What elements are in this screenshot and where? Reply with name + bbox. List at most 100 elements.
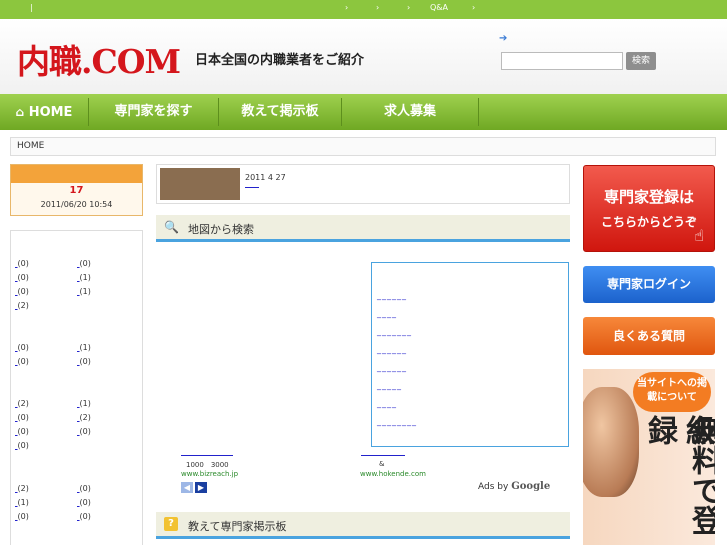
ad-link[interactable]: _______ [377, 327, 412, 336]
category-count: (2) [17, 399, 29, 408]
category-item[interactable]: (1) [77, 343, 91, 352]
faq-button[interactable]: 良くある質問 [583, 317, 715, 355]
board-heading: ? 教えて専門家掲示板 [156, 512, 570, 539]
prev-ad-button[interactable]: ◀ [181, 482, 193, 493]
topbar-link[interactable]: › [345, 3, 348, 12]
breadcrumb-home[interactable]: HOME [17, 141, 44, 151]
category-item[interactable]: (1) [77, 287, 91, 296]
search-button[interactable]: 検索 [626, 52, 656, 70]
ad-link-box: ______ ____ _______ ______ ______ _____ … [371, 262, 569, 447]
ad-link[interactable]: ____ [377, 309, 397, 318]
category-count: (0) [79, 427, 91, 436]
category-count: (0) [79, 498, 91, 507]
nav-qa-board[interactable]: 教えて掲示板 [219, 94, 341, 130]
updated-datetime: 2011/06/20 10:54 [40, 200, 113, 209]
top-bar: | › › › Q&A › [0, 0, 727, 19]
category-item[interactable]: (0) [15, 427, 29, 436]
category-count: (2) [17, 301, 29, 310]
ad-link[interactable]: ______ [377, 363, 407, 372]
expert-login-button[interactable]: 専門家ログイン [583, 266, 715, 303]
category-item[interactable]: (0) [15, 287, 29, 296]
category-count: (0) [79, 512, 91, 521]
category-item[interactable]: (0) [77, 259, 91, 268]
category-count: (0) [79, 259, 91, 268]
nav-home[interactable]: ⌂ HOME [0, 94, 88, 130]
listing-info-banner[interactable]: 当サイトへの掲載について 業界最大級 無料で登録 [583, 369, 715, 545]
category-count: (0) [79, 484, 91, 493]
ad-left-url[interactable]: www.bizreach.jp [181, 470, 238, 478]
pointer-hand-icon: ☝ [694, 226, 704, 245]
category-item[interactable]: (0) [15, 413, 29, 422]
category-item[interactable]: (0) [15, 441, 29, 450]
category-item[interactable]: (2) [15, 399, 29, 408]
ads-by-google[interactable]: Ads by Google [478, 481, 550, 492]
category-count: (0) [17, 413, 29, 422]
topbar-qa-link[interactable]: Q&A [430, 3, 448, 12]
member-count: 17 [69, 185, 84, 196]
category-item[interactable]: (0) [15, 343, 29, 352]
question-icon: ? [164, 517, 178, 531]
ad-right-url[interactable]: www.hokende.com [360, 470, 426, 478]
category-list: (0) (0) (0) (1) (0) (1) (2) (0) (1) (0) … [10, 230, 143, 545]
category-count: (2) [17, 484, 29, 493]
topbar-separator: | [30, 3, 33, 12]
news-thumbnail[interactable] [160, 168, 240, 200]
search-input[interactable] [501, 52, 623, 70]
ad-left-title[interactable] [181, 455, 233, 456]
category-item[interactable]: (1) [15, 498, 29, 507]
category-item[interactable]: (0) [77, 484, 91, 493]
home-icon: ⌂ [15, 105, 25, 119]
site-tagline: 日本全国の内職業者をご紹介 [195, 53, 365, 68]
site-logo[interactable]: 内職.COM [17, 35, 181, 83]
map-search-title: 地図から検索 [188, 223, 254, 236]
nav-jobs[interactable]: 求人募集 [342, 94, 478, 130]
category-item[interactable]: (0) [77, 498, 91, 507]
ad-link[interactable]: ________ [377, 417, 417, 426]
category-count: (1) [79, 273, 91, 282]
news-date: 2011 4 27 [245, 173, 286, 182]
ad-right-title[interactable] [361, 452, 405, 456]
category-count: (0) [17, 512, 29, 521]
category-item[interactable]: (0) [15, 357, 29, 366]
category-item[interactable]: (0) [77, 512, 91, 521]
category-item[interactable]: (2) [77, 413, 91, 422]
category-item[interactable]: (0) [77, 357, 91, 366]
category-item[interactable]: (1) [77, 399, 91, 408]
topbar-link[interactable]: › [407, 3, 410, 12]
topbar-link[interactable]: › [472, 3, 475, 12]
category-count: (2) [79, 413, 91, 422]
category-item[interactable]: (0) [15, 259, 29, 268]
category-count: (0) [17, 357, 29, 366]
ad-link[interactable]: _____ [377, 381, 402, 390]
topbar-link[interactable]: › [376, 3, 379, 12]
category-count: (0) [79, 357, 91, 366]
magnifier-icon: 🔍 [164, 220, 179, 234]
ad-link[interactable]: ______ [377, 291, 407, 300]
category-item[interactable]: (0) [77, 427, 91, 436]
woman-photo [583, 387, 639, 497]
ad-link[interactable]: ____ [377, 399, 397, 408]
category-item[interactable]: (1) [77, 273, 91, 282]
expert-register-button[interactable]: 専門家登録は こちらからどうぞ ☝ [583, 165, 715, 252]
banner-free-register: 無料で登録 [642, 415, 715, 535]
nav-find-experts[interactable]: 専門家を探す [89, 94, 218, 130]
category-count: (0) [17, 427, 29, 436]
category-count: (0) [17, 273, 29, 282]
ad-right-amp: & [379, 460, 385, 468]
ad-link[interactable]: ______ [377, 345, 407, 354]
category-count: (0) [17, 441, 29, 450]
category-item[interactable]: (0) [15, 512, 29, 521]
banner-badge: 当サイトへの掲載について [633, 372, 711, 412]
category-item[interactable]: (2) [15, 484, 29, 493]
member-count-box: 17 2011/06/20 10:54 [10, 164, 143, 216]
category-count: (1) [79, 343, 91, 352]
google-logo: Google [511, 481, 551, 492]
next-ad-button[interactable]: ▶ [195, 482, 207, 493]
category-count: (1) [17, 498, 29, 507]
category-count: (1) [79, 287, 91, 296]
category-item[interactable]: (0) [15, 273, 29, 282]
category-item[interactable]: (2) [15, 301, 29, 310]
board-title: 教えて専門家掲示板 [188, 520, 287, 533]
news-link[interactable] [245, 187, 259, 188]
category-count: (0) [17, 259, 29, 268]
